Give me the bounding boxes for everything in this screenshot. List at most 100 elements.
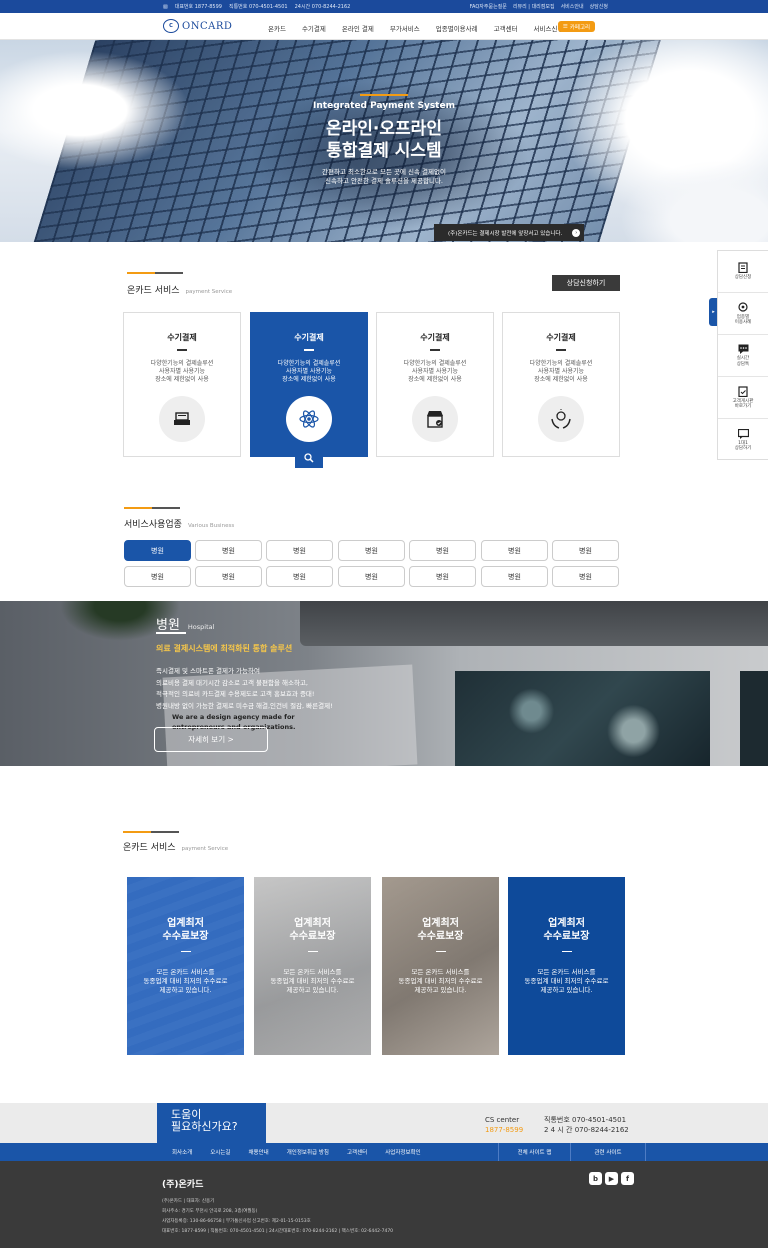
section-title-fee: 온카드 서비스 payment Service (123, 840, 228, 853)
section-accent-line (124, 507, 180, 509)
nav-item-oncard[interactable]: 온카드 (268, 23, 286, 33)
side-item-chat[interactable]: 실시간 상담톡 (718, 335, 768, 377)
business-button[interactable]: 병원 (552, 540, 619, 561)
cafe-button[interactable]: ☰ 카페고리 (558, 21, 595, 32)
banner-title-text: 병원 (156, 618, 180, 633)
site-map-label: 전체 사이트 맵 (517, 1150, 552, 1156)
fee-card[interactable]: 업계최저 수수료보장 모든 온카드 서비스를 동종업계 대비 최저의 수수료로 제공하… (508, 877, 625, 1055)
banner-title-en: Hospital (187, 623, 215, 631)
logo-mark-icon: C (163, 19, 179, 33)
footer-link[interactable]: 개인정보취급 방침 (287, 1148, 329, 1156)
nav-item-online-payment[interactable]: 온라인 결제 (342, 23, 374, 33)
service-card[interactable]: 수기결제 다양한기능의 결제솔루션 사용자별 사용기능 장소에 제한없이 사용 (123, 312, 241, 457)
service-card[interactable]: 수기결제 다양한기능의 결제솔루션 사용자별 사용기능 장소에 제한없이 사용 (376, 312, 494, 457)
cs-number: 1877-8599 (485, 1126, 524, 1134)
business-button[interactable]: 병원 (409, 540, 476, 561)
business-button[interactable]: 병원 (338, 540, 405, 561)
hero-desc-line2: 신속하고 안전한 결제 솔루션을 제공합니다. (325, 177, 443, 185)
cs-label: CS center (485, 1116, 520, 1124)
top-link-faq[interactable]: FAQ자주묻는질문 (470, 3, 507, 10)
section-title-service: 온카드 서비스 payment Service (127, 283, 232, 296)
store-icon (412, 395, 458, 442)
top-link-service[interactable]: 서비스안내 (561, 3, 584, 10)
hands-idea-icon (538, 395, 584, 442)
card-desc: 다양한기능의 결제솔루션 사용자별 사용기능 장소에 제한없이 사용 (529, 359, 593, 383)
service-card[interactable]: 수기결제 다양한기능의 결제솔루션 사용자별 사용기능 장소에 제한없이 사용 (502, 312, 620, 457)
card-desc: 다양한기능의 결제솔루션 사용자별 사용기능 장소에 제한없이 사용 (403, 359, 467, 383)
logo[interactable]: C ONCARD (163, 19, 232, 33)
business-button[interactable]: 병원 (195, 540, 262, 561)
facebook-icon[interactable]: f (621, 1172, 634, 1185)
clipboard-icon (738, 262, 748, 274)
board-icon (738, 385, 748, 397)
fee-card[interactable]: 업계최저 수수료보장 모든 온카드 서비스를 동종업계 대비 최저의 수수료로 제공하… (127, 877, 244, 1055)
side-item-label: 상담톡 (736, 361, 750, 367)
consult-button[interactable]: 상담신청하기 (552, 275, 620, 291)
footer-link[interactable]: 채용안내 (249, 1148, 269, 1156)
nav-item-manual-payment[interactable]: 수기결제 (302, 23, 326, 33)
cs-hours: 2 4 시 간 070-8244-2162 (544, 1126, 629, 1134)
footer-link[interactable]: 오시는길 (210, 1148, 230, 1156)
side-item-cases[interactable]: 업종별 이용사례 (718, 293, 768, 335)
card-desc: 다양한기능의 결제솔루션 사용자별 사용기능 장소에 제한없이 사용 (277, 359, 341, 383)
nav-item-cases[interactable]: 업종별이용사례 (436, 23, 478, 33)
nav-item-support[interactable]: 고객센터 (494, 23, 518, 33)
footer-link[interactable]: 회사소개 (172, 1148, 192, 1156)
more-button[interactable]: 자세히 보기 > (154, 727, 268, 752)
top-link-consult[interactable]: 상담신청 (590, 3, 608, 10)
section-title-en: payment Service (185, 289, 233, 295)
business-button[interactable]: 병원 (552, 566, 619, 587)
side-item-label: 바로가기 (734, 404, 752, 409)
cs-direct: 직통번호 070-4501-4501 (544, 1116, 627, 1124)
card-title: 수기결제 (294, 333, 324, 342)
fee-card[interactable]: 업계최저 수수료보장 모든 온카드 서비스를 동종업계 대비 최저의 수수료로 제공하… (382, 877, 499, 1055)
hospital-banner (0, 601, 768, 766)
side-item-label: 상담하기 (734, 446, 752, 451)
site-map-select[interactable]: 전체 사이트 맵 (498, 1143, 570, 1161)
zoom-button[interactable] (295, 448, 323, 468)
chat-icon (738, 344, 748, 354)
hero-notice-text: (주)온카드는 결제시장 발전에 앞장서고 있습니다. (448, 230, 563, 237)
photo-image (740, 671, 768, 766)
banner-description: 즉시결제 및 스마트폰 결제가 가능하여 의료비용 결제 대기시간 감소로 고객 … (156, 667, 333, 710)
youtube-icon[interactable]: ▶ (605, 1172, 618, 1185)
top-bar: ▧ 대표번호 1877-8599 직통번호 070-4501-4501 24시간… (0, 0, 768, 13)
business-button[interactable]: 병원 (266, 566, 333, 587)
hours-phone: 24시간 070-8244-2162 (294, 4, 351, 10)
fee-card[interactable]: 업계최저 수수료보장 모든 온카드 서비스를 동종업계 대비 최저의 수수료로 제공하… (254, 877, 371, 1055)
related-site-select[interactable]: 관련 사이트 (570, 1143, 646, 1161)
card-title: 수기결제 (420, 333, 450, 342)
banner-underline (156, 632, 186, 634)
card-title: 수기결제 (546, 333, 576, 342)
nav-item-addon[interactable]: 부가서비스 (390, 23, 420, 33)
section-title-text: 온카드 서비스 (123, 843, 176, 853)
banner-subtitle: 의료 결제시스템에 최적화된 통합 솔루션 (156, 644, 293, 653)
business-button[interactable]: 병원 (481, 566, 548, 587)
footer-link[interactable]: 고객센터 (347, 1148, 367, 1156)
side-item-consult[interactable]: 상담신청 (718, 251, 768, 293)
section-accent-line (127, 272, 183, 274)
section-title-en: Various Business (187, 523, 235, 529)
side-quick-menu: 상담신청 업종별 이용사례 실시간 상담톡 고객게시판 바로가기 1대1 상담하… (717, 250, 768, 460)
top-link-agency[interactable]: 리뷰리 | 대리점모집 (513, 3, 555, 10)
business-button[interactable]: 병원 (124, 566, 191, 587)
business-button[interactable]: 병원 (338, 566, 405, 587)
service-card-active[interactable]: 수기결제 다양한기능의 결제솔루션 사용자별 사용기능 장소에 제한없이 사용 (250, 312, 368, 457)
section-title-text: 서비스사용업종 (124, 520, 182, 530)
business-button[interactable]: 병원 (409, 566, 476, 587)
business-button[interactable]: 병원 (481, 540, 548, 561)
card-desc: 다양한기능의 결제솔루션 사용자별 사용기능 장소에 제한없이 사용 (150, 359, 214, 383)
laptop-image (300, 601, 768, 646)
blog-icon[interactable]: b (589, 1172, 602, 1185)
side-item-label: 이용사례 (734, 320, 752, 325)
hero-notice-pill[interactable]: (주)온카드는 결제시장 발전에 앞장서고 있습니다. › (434, 224, 584, 241)
chevron-right-icon: ▸ (712, 309, 715, 315)
hero-title-line1: 온라인·오프라인 (326, 119, 442, 139)
section-title-en: payment Service (181, 846, 229, 852)
footer-link[interactable]: 사업자정보확인 (385, 1148, 420, 1156)
business-button[interactable]: 병원 (195, 566, 262, 587)
side-item-board[interactable]: 고객게시판 바로가기 (718, 377, 768, 419)
business-button-active[interactable]: 병원 (124, 540, 191, 561)
side-item-oneonone[interactable]: 1대1 상담하기 (718, 419, 768, 461)
business-button[interactable]: 병원 (266, 540, 333, 561)
